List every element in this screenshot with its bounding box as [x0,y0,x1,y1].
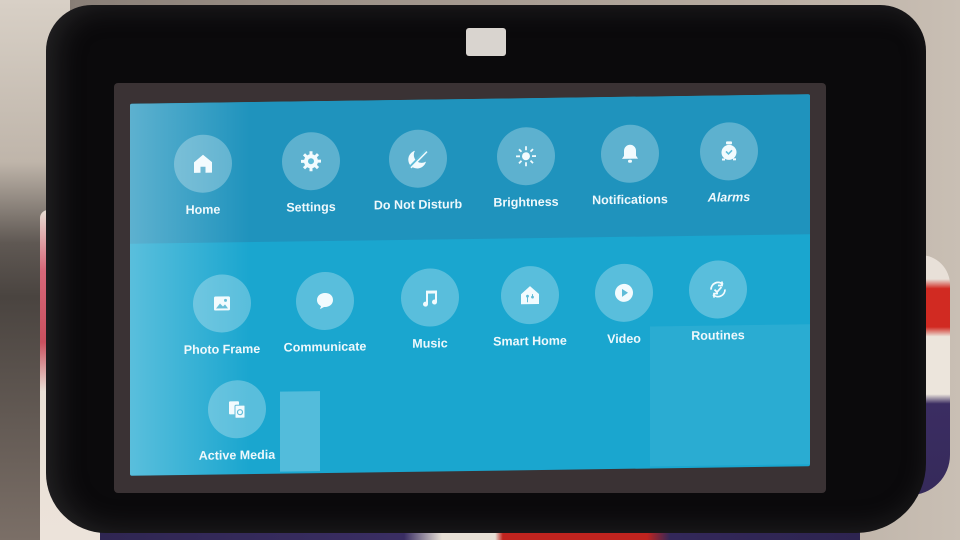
brightness-button[interactable] [497,126,555,186]
sun-icon [516,146,536,167]
play-icon [615,283,633,302]
moon-slash-icon [408,149,428,169]
routines-button[interactable] [689,260,747,319]
do-not-disturb-button[interactable] [389,129,447,189]
alarm-clock-icon [721,141,737,161]
screen-glare [280,391,320,472]
notifications-button[interactable] [601,124,659,184]
communicate-button[interactable] [296,271,354,331]
quick-settings-screen: Home Settings Do Not Disturb Brightness … [130,94,810,476]
routine-check-icon [710,281,726,298]
bell-icon [622,144,638,163]
tile-music[interactable]: Music [375,268,485,352]
tile-settings[interactable]: Settings [256,131,366,215]
tile-do-not-disturb[interactable]: Do Not Disturb [363,129,473,213]
tile-notifications[interactable]: Notifications [575,124,685,208]
camera-shutter [466,28,506,56]
smart-home-icon [521,286,539,305]
tile-label: Notifications [592,192,668,208]
music-note-icon [423,290,438,307]
screen-glare [650,324,810,467]
smart-home-button[interactable] [501,265,559,325]
alarms-button[interactable] [700,121,758,181]
tile-label: Music [412,336,448,351]
tile-label: Brightness [493,194,559,210]
tile-communicate[interactable]: Communicate [270,271,380,355]
tile-brightness[interactable]: Brightness [471,126,581,210]
smart-display-device: Home Settings Do Not Disturb Brightness … [46,5,926,533]
tile-label: Do Not Disturb [373,197,463,213]
music-button[interactable] [401,268,459,327]
tile-label: Alarms [707,190,751,205]
screen-glare [130,102,250,476]
gear-icon [301,151,321,172]
tile-label: Video [607,331,641,347]
tile-label: Smart Home [493,333,567,349]
speech-bubble-icon [317,293,333,310]
video-button[interactable] [595,263,653,323]
tile-label: Settings [286,199,336,215]
settings-button[interactable] [282,131,340,191]
tile-alarms[interactable]: Alarms [674,121,784,206]
tile-label: Communicate [283,339,367,355]
